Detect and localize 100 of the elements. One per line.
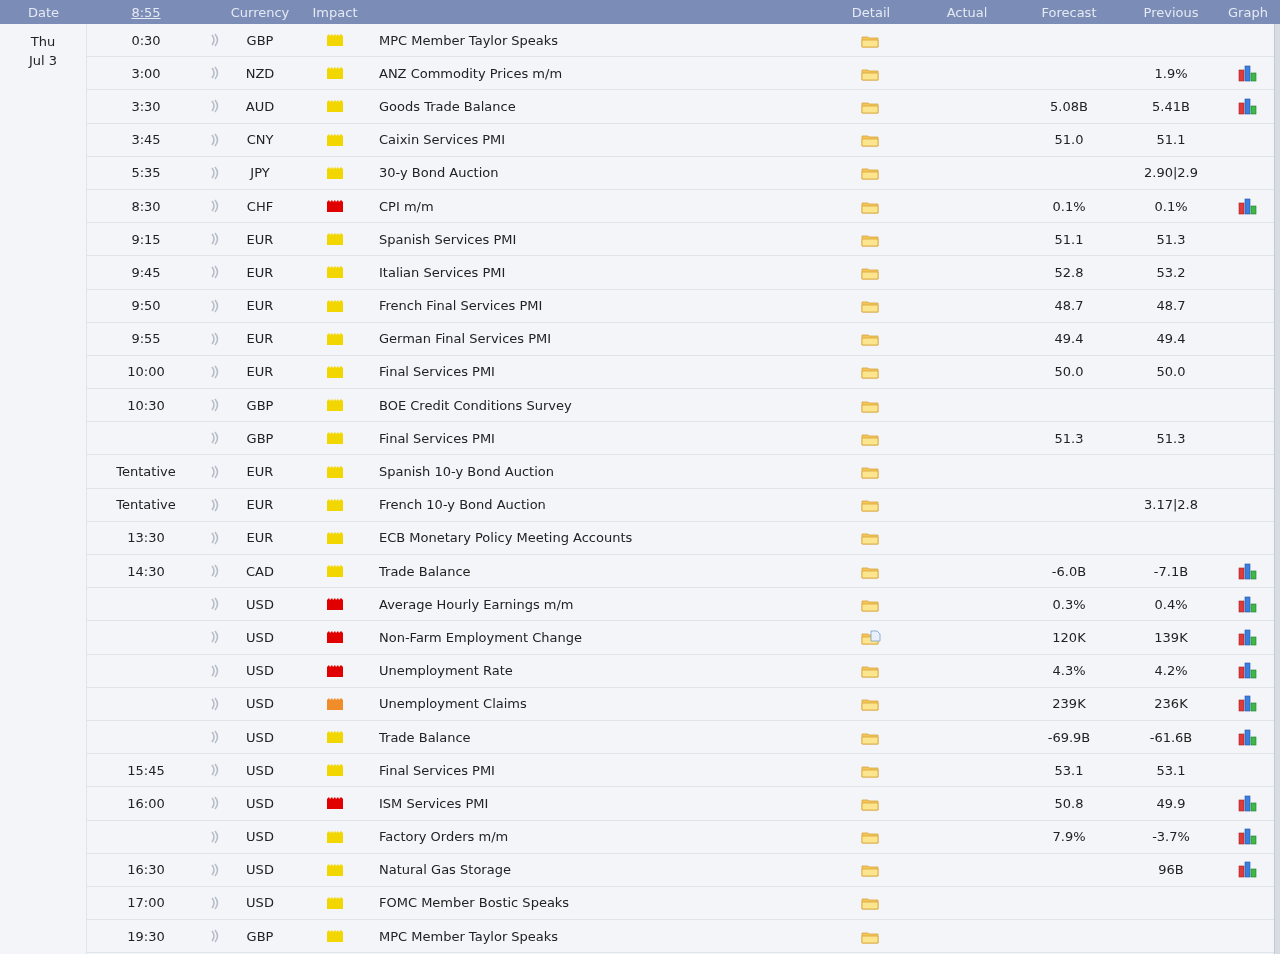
graph-icon[interactable] xyxy=(1238,828,1258,846)
forecast-value: 51.1 xyxy=(1054,231,1084,247)
currency-code: EUR xyxy=(246,364,274,380)
currency-code: USD xyxy=(246,762,274,778)
event-title[interactable]: Final Services PMI xyxy=(379,762,495,778)
event-title[interactable]: German Final Services PMI xyxy=(379,331,552,347)
event-title[interactable]: Unemployment Claims xyxy=(379,696,527,712)
sound-icon[interactable] xyxy=(210,66,220,81)
event-title[interactable]: Non-Farm Employment Change xyxy=(379,629,583,645)
folder-icon[interactable] xyxy=(861,165,881,181)
folder-icon[interactable] xyxy=(861,298,881,314)
event-title[interactable]: Spanish 10-y Bond Auction xyxy=(379,464,554,480)
event-title[interactable]: MPC Member Taylor Speaks xyxy=(379,928,559,944)
event-title[interactable]: Caixin Services PMI xyxy=(379,132,506,148)
sound-icon[interactable] xyxy=(210,398,220,413)
previous-value: 236K xyxy=(1154,696,1188,712)
previous-value: 96B xyxy=(1158,862,1184,878)
folder-icon[interactable] xyxy=(861,862,881,878)
sound-icon[interactable] xyxy=(210,730,220,745)
folder-icon[interactable] xyxy=(861,364,881,380)
graph-icon[interactable] xyxy=(1238,562,1258,580)
event-title[interactable]: 30-y Bond Auction xyxy=(379,165,499,181)
folder-icon[interactable] xyxy=(861,895,881,911)
sound-icon[interactable] xyxy=(210,464,220,479)
sound-icon[interactable] xyxy=(210,696,220,711)
sound-icon[interactable] xyxy=(210,265,220,280)
currency-code: EUR xyxy=(246,331,274,347)
event-title[interactable]: Goods Trade Balance xyxy=(379,98,516,114)
event-title[interactable]: MPC Member Taylor Speaks xyxy=(379,32,559,48)
column-header: Date xyxy=(26,4,61,20)
graph-icon[interactable] xyxy=(1238,595,1258,613)
graph-icon[interactable] xyxy=(1238,794,1258,812)
sound-icon[interactable] xyxy=(210,829,220,844)
column-header: Forecast xyxy=(1040,4,1098,20)
previous-value: 51.3 xyxy=(1156,231,1186,247)
sound-icon[interactable] xyxy=(210,199,220,214)
event-title[interactable]: French 10-y Bond Auction xyxy=(379,497,546,513)
sound-icon[interactable] xyxy=(210,99,220,114)
folder-icon[interactable] xyxy=(861,464,881,480)
graph-icon[interactable] xyxy=(1238,197,1258,215)
event-time: 10:30 xyxy=(127,397,165,413)
sound-icon[interactable] xyxy=(210,497,220,512)
sound-icon[interactable] xyxy=(210,895,220,910)
sound-icon[interactable] xyxy=(210,663,220,678)
sound-icon[interactable] xyxy=(210,232,220,247)
graph-icon[interactable] xyxy=(1238,695,1258,713)
event-title[interactable]: Trade Balance xyxy=(379,563,471,579)
sound-icon[interactable] xyxy=(210,165,220,180)
sound-icon[interactable] xyxy=(210,132,220,147)
event-title[interactable]: Unemployment Rate xyxy=(379,663,513,679)
sound-icon[interactable] xyxy=(210,796,220,811)
sound-icon[interactable] xyxy=(210,33,220,48)
sound-icon[interactable] xyxy=(210,929,220,944)
currency-code: EUR xyxy=(246,264,274,280)
event-title[interactable]: FOMC Member Bostic Speaks xyxy=(379,895,570,911)
folder-icon[interactable] xyxy=(861,696,881,712)
sound-icon[interactable] xyxy=(210,331,220,346)
event-title[interactable]: CPI m/m xyxy=(379,198,434,214)
event-title[interactable]: Factory Orders m/m xyxy=(379,829,509,845)
folder-icon[interactable] xyxy=(861,497,881,513)
previous-value: 0.1% xyxy=(1154,198,1188,214)
previous-value: 50.0 xyxy=(1156,364,1186,380)
event-title[interactable]: Final Services PMI xyxy=(379,364,495,380)
sound-icon[interactable] xyxy=(210,431,220,446)
event-title[interactable]: Trade Balance xyxy=(379,729,471,745)
day-date: Jul 3 xyxy=(28,52,58,70)
sound-icon[interactable] xyxy=(210,862,220,877)
sound-icon[interactable] xyxy=(210,763,220,778)
scrollbar[interactable] xyxy=(1274,24,1280,954)
sound-icon[interactable] xyxy=(210,364,220,379)
event-title[interactable]: Natural Gas Storage xyxy=(379,862,511,878)
folder-icon[interactable] xyxy=(861,132,881,148)
folder-icon[interactable] xyxy=(861,829,881,845)
event-title[interactable]: Average Hourly Earnings m/m xyxy=(379,596,574,612)
event-title[interactable]: Italian Services PMI xyxy=(379,264,506,280)
graph-icon[interactable] xyxy=(1238,97,1258,115)
event-title[interactable]: ECB Monetary Policy Meeting Accounts xyxy=(379,530,633,546)
previous-value: -3.7% xyxy=(1152,829,1190,845)
currency-code: CAD xyxy=(246,563,274,579)
event-title[interactable]: Spanish Services PMI xyxy=(379,231,517,247)
sound-icon[interactable] xyxy=(210,597,220,612)
sound-icon[interactable] xyxy=(210,298,220,313)
sound-icon[interactable] xyxy=(210,630,220,645)
sound-icon[interactable] xyxy=(210,564,220,579)
graph-icon[interactable] xyxy=(1238,861,1258,879)
graph-icon[interactable] xyxy=(1238,628,1258,646)
sound-icon[interactable] xyxy=(210,530,220,545)
graph-icon[interactable] xyxy=(1238,728,1258,746)
folder-icon[interactable] xyxy=(861,663,881,679)
event-title[interactable]: French Final Services PMI xyxy=(379,298,543,314)
event-title[interactable]: Final Services PMI xyxy=(379,430,495,446)
folder-icon[interactable] xyxy=(861,331,881,347)
folder-icon[interactable] xyxy=(861,530,881,546)
currency-code: USD xyxy=(246,696,274,712)
event-title[interactable]: ANZ Commodity Prices m/m xyxy=(379,65,563,81)
graph-icon[interactable] xyxy=(1238,64,1258,82)
folder-document-icon[interactable] xyxy=(861,629,881,645)
event-title[interactable]: ISM Services PMI xyxy=(379,795,489,811)
event-title[interactable]: BOE Credit Conditions Survey xyxy=(379,397,572,413)
graph-icon[interactable] xyxy=(1238,662,1258,680)
